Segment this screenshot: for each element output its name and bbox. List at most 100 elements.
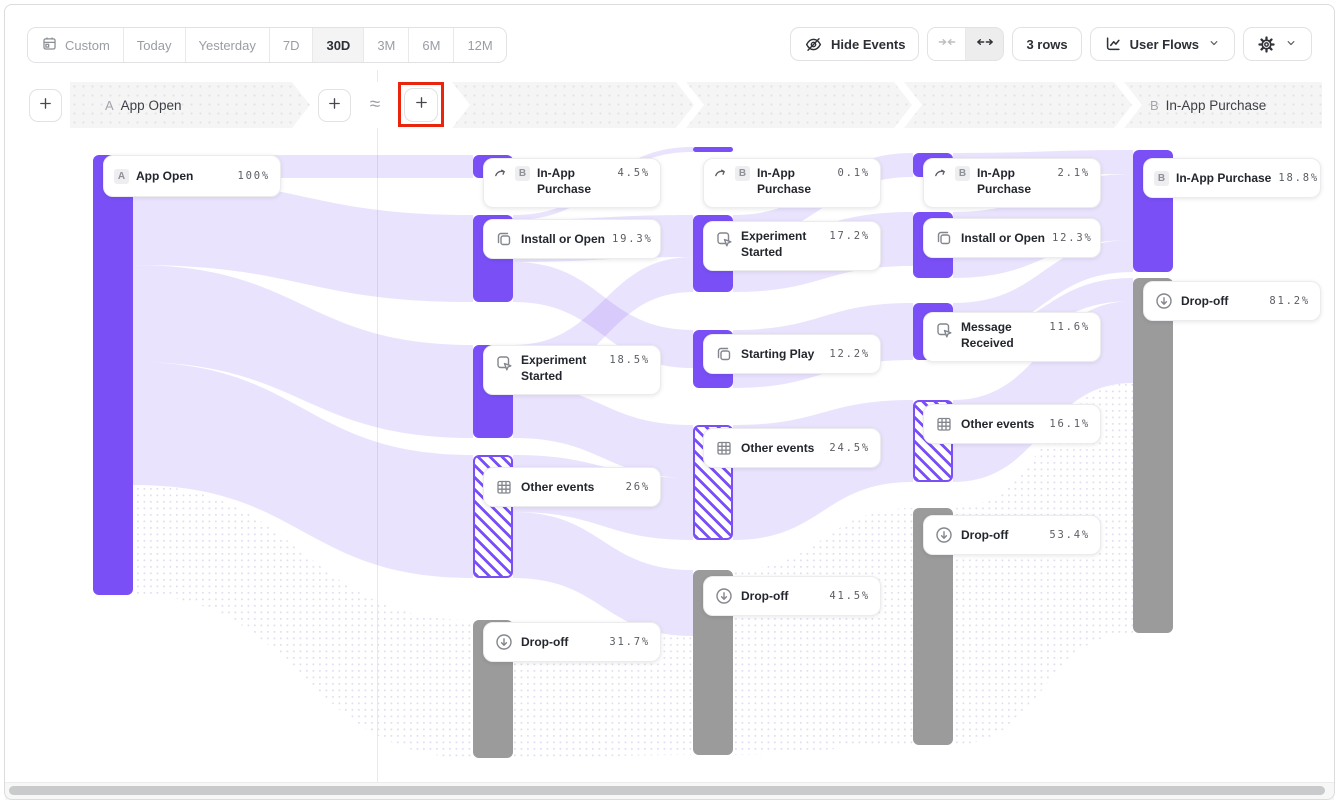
horizontal-scrollbar-thumb[interactable]: [9, 786, 1325, 795]
flow-node-card-message-received-step4[interactable]: Message Received11.6%: [923, 312, 1101, 362]
hide-events-button[interactable]: Hide Events: [790, 27, 919, 61]
grid-icon: [934, 414, 954, 434]
flow-node-bar-drop-off-step5[interactable]: [1133, 278, 1173, 633]
flow-node-card-other-events-step3[interactable]: Other events24.5%: [703, 428, 881, 468]
node-percent: 4.5%: [618, 165, 651, 181]
flow-node-card-starting-play-step3[interactable]: Starting Play12.2%: [703, 334, 881, 374]
node-label: In-App Purchase: [537, 165, 611, 197]
collapse-columns-button[interactable]: [928, 28, 965, 60]
node-label: Install or Open: [521, 231, 605, 247]
event-badge: A: [114, 169, 129, 184]
collapsed-steps-indicator[interactable]: ≈: [360, 82, 390, 128]
hide-events-label: Hide Events: [831, 37, 905, 52]
toolbar: Custom Today Yesterday 7D 30D3M6M 12M Hide Ev…: [27, 27, 1312, 61]
date-range-label: Today: [137, 38, 172, 53]
node-label: Drop-off: [521, 634, 602, 650]
rows-button[interactable]: 3 rows: [1012, 27, 1081, 61]
date-range-7d[interactable]: 7D: [270, 28, 314, 62]
date-range-label: Custom: [65, 38, 110, 53]
flow-node-card-other-events-step4[interactable]: Other events 16.1%: [923, 404, 1101, 444]
date-range-12m[interactable]: 12M: [454, 28, 505, 62]
node-percent: 26%: [626, 479, 650, 495]
flow-node-card-in-app-purchase-step3[interactable]: BIn-App Purchase0.1%: [703, 158, 881, 208]
highlight-box: [398, 82, 444, 127]
node-label: In-App Purchase: [977, 165, 1051, 197]
node-label: Other events: [961, 416, 1042, 432]
plus-icon: [326, 95, 343, 117]
plus-icon: [37, 95, 54, 117]
flow-node-card-drop-off-step5[interactable]: Drop-off 81.2%: [1143, 281, 1321, 321]
settings-dropdown[interactable]: [1243, 27, 1312, 61]
flow-node-card-in-app-purchase-step4[interactable]: BIn-App Purchase2.1%: [923, 158, 1101, 208]
chart-type-label: User Flows: [1130, 37, 1199, 52]
date-range-control: Custom Today Yesterday 7D 30D3M6M 12M: [27, 27, 507, 63]
grid-icon: [714, 438, 734, 458]
flow-node-card-in-app-purchase-step5[interactable]: BIn-App Purchase18.8%: [1143, 158, 1321, 198]
arrows-out-icon: [976, 33, 994, 56]
add-step-middle-button[interactable]: [318, 89, 351, 122]
expand-columns-button[interactable]: [965, 28, 1003, 60]
node-percent: 18.8%: [1278, 170, 1319, 186]
user-flows-app: Custom Today Yesterday 7D 30D3M6M 12M Hide Ev…: [0, 0, 1339, 804]
node-label: Starting Play: [741, 346, 822, 362]
flow-node-bar-app-open-step1[interactable]: [93, 155, 133, 595]
date-range-3m[interactable]: 3M: [364, 28, 409, 62]
flow-node-card-install-or-open-step4[interactable]: Install or Open12.3%: [923, 218, 1101, 258]
step-end-label: In-App Purchase: [1166, 98, 1267, 113]
flow-node-card-drop-off-step2[interactable]: Drop-off31.7%: [483, 622, 661, 662]
drop-off-icon: [494, 632, 514, 652]
cursor-click-icon: [714, 229, 734, 249]
toolbar-right: Hide Events 3 rows User Flows: [790, 27, 1312, 61]
flow-node-card-experiment-started-step2[interactable]: Experiment Started 18.5%: [483, 345, 661, 395]
node-label: Drop-off: [1181, 293, 1262, 309]
node-percent: 11.6%: [1049, 319, 1090, 335]
node-percent: 19.3%: [612, 231, 653, 247]
flow-node-card-other-events-step2[interactable]: Other events 26%: [483, 467, 661, 507]
date-range-label: 7D: [283, 38, 300, 53]
date-range-custom[interactable]: Custom: [28, 28, 124, 62]
date-range-label: 12M: [467, 38, 492, 53]
trend-arrow-icon: [714, 166, 728, 180]
step-header-start[interactable]: A App Open: [70, 82, 310, 128]
date-range-30d[interactable]: 30D: [313, 28, 364, 62]
squares-icon: [494, 229, 514, 249]
node-label: Other events: [521, 479, 619, 495]
node-percent: 81.2%: [1269, 293, 1310, 309]
flow-node-card-install-or-open-step2[interactable]: Install or Open 19.3%: [483, 219, 661, 259]
node-label: Experiment Started: [521, 352, 597, 384]
node-percent: 18.5%: [609, 352, 650, 368]
flow-node-bar-in-app-purchase-step3[interactable]: [693, 147, 733, 152]
rows-label: 3 rows: [1026, 37, 1067, 52]
calendar-icon: [41, 35, 58, 55]
squares-icon: [714, 344, 734, 364]
add-step-start-button[interactable]: [29, 89, 62, 122]
flow-node-card-app-open-step1[interactable]: A App Open 100%: [103, 155, 281, 197]
date-range-6m[interactable]: 6M: [409, 28, 454, 62]
node-percent: 0.1%: [838, 165, 871, 181]
node-percent: 16.1%: [1049, 416, 1090, 432]
cursor-click-icon: [934, 320, 954, 340]
node-percent: 100%: [238, 168, 271, 184]
flow-node-card-drop-off-step3[interactable]: Drop-off41.5%: [703, 576, 881, 616]
event-badge: B: [515, 166, 530, 181]
event-badge: B: [735, 166, 750, 181]
trend-arrow-icon: [934, 166, 948, 180]
date-range-label: Yesterday: [199, 38, 256, 53]
flow-node-card-drop-off-step4[interactable]: Drop-off53.4%: [923, 515, 1101, 555]
chart-type-dropdown[interactable]: User Flows: [1090, 27, 1235, 61]
date-range-today[interactable]: Today: [124, 28, 186, 62]
cursor-click-icon: [494, 353, 514, 373]
flow-node-card-in-app-purchase-step2[interactable]: B In-App Purchase 4.5%: [483, 158, 661, 208]
date-range-yesterday[interactable]: Yesterday: [186, 28, 270, 62]
chevron-down-icon: [1207, 36, 1221, 53]
event-badge: B: [1154, 171, 1169, 186]
step-end-badge: B: [1150, 98, 1159, 113]
node-label: App Open: [136, 168, 231, 184]
node-percent: 41.5%: [829, 588, 870, 604]
grid-icon: [494, 477, 514, 497]
drop-off-icon: [934, 525, 954, 545]
eye-off-icon: [804, 35, 823, 54]
step-header-end[interactable]: B In-App Purchase: [1150, 82, 1266, 128]
flow-node-card-experiment-started-step3[interactable]: Experiment Started17.2%: [703, 221, 881, 271]
node-percent: 17.2%: [829, 228, 870, 244]
